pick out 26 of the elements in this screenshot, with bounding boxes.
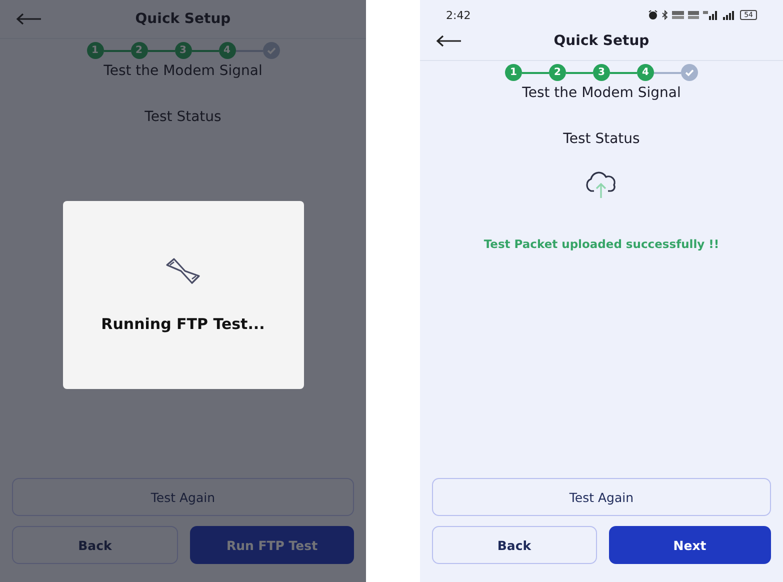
- success-message: Test Packet uploaded successfully !!: [484, 237, 720, 251]
- step-indicator: 3: [593, 64, 610, 81]
- hourglass-icon: [165, 257, 201, 285]
- screen-title: Quick Setup: [135, 11, 231, 27]
- status-time: 2:42: [446, 8, 471, 22]
- step-indicator: 3: [174, 42, 192, 59]
- step-title: Test the Modem Signal: [522, 85, 681, 101]
- step-title: Test the Modem Signal: [104, 63, 262, 79]
- step-indicator: 1: [505, 64, 522, 81]
- step-indicator: 4: [637, 64, 654, 81]
- screen-title: Quick Setup: [554, 33, 650, 49]
- signal-icon: [703, 10, 720, 20]
- step-indicator: 1: [86, 42, 104, 59]
- back-button[interactable]: Back: [432, 526, 596, 564]
- dialog-message: Running FTP Test...: [101, 315, 265, 333]
- primary-button[interactable]: Next: [608, 526, 771, 564]
- step-indicator: 4: [218, 42, 236, 59]
- signal-icon: [723, 10, 736, 20]
- alarm-clock-icon: [648, 10, 658, 20]
- step-indicator: 2: [549, 64, 566, 81]
- test-again-button[interactable]: Test Again: [432, 478, 771, 516]
- status-heading: Test Status: [144, 109, 222, 125]
- step-indicator: 2: [130, 42, 148, 59]
- back-arrow-icon[interactable]: [436, 35, 462, 47]
- status-heading: Test Status: [563, 131, 640, 147]
- bluetooth-icon: [662, 10, 668, 20]
